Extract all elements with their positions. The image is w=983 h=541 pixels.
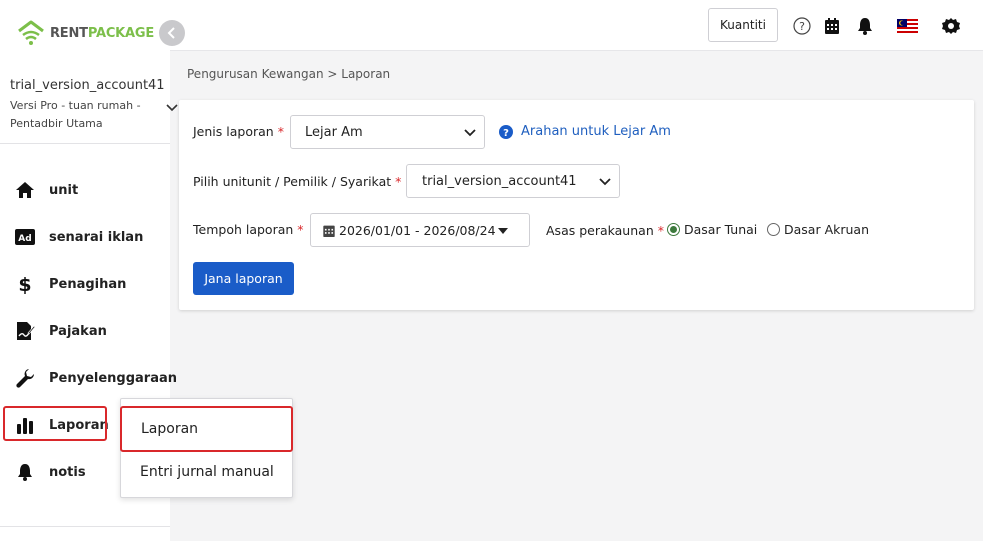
svg-text:$: $	[18, 274, 31, 294]
sidebar-item-pajakan[interactable]: Pajakan	[0, 311, 170, 351]
report-type-value: Lejar Am	[305, 124, 363, 140]
account-switcher[interactable]: trial_version_account41 Versi Pro - tuan…	[0, 64, 178, 144]
required-mark: *	[277, 124, 284, 139]
calendar-icon	[323, 225, 335, 237]
chevron-down-icon	[599, 178, 611, 186]
logo-text-rent: RENT	[50, 25, 88, 41]
sidebar-item-senarai-iklan[interactable]: Ad senarai iklan	[0, 217, 170, 257]
radio-label-dasar-akruan[interactable]: Dasar Akruan	[784, 222, 869, 237]
question-circle-icon: ?	[499, 124, 513, 139]
sidebar-item-label: Penyelenggaraan	[49, 370, 178, 386]
wrench-icon	[14, 367, 36, 389]
dollar-icon: $	[14, 273, 36, 295]
logo[interactable]: RENT PACKAGE	[16, 18, 154, 48]
calendar-icon[interactable]	[822, 16, 842, 36]
required-mark: *	[395, 174, 402, 189]
kuantiti-button[interactable]: Kuantiti	[708, 8, 778, 42]
bell-icon	[14, 461, 36, 483]
unit-value: trial_version_account41	[422, 173, 577, 189]
svg-text:Ad: Ad	[18, 234, 31, 244]
generate-report-button[interactable]: Jana laporan	[193, 262, 294, 295]
sidebar-item-label: unit	[49, 182, 79, 198]
sidebar-item-penyelenggaraan[interactable]: Penyelenggaraan	[0, 358, 177, 398]
caret-down-icon	[498, 228, 508, 234]
help-link-lejar-am[interactable]: ? Arahan untuk Lejar Am	[499, 124, 671, 139]
basis-label-text: Asas perakaunan	[546, 223, 654, 238]
report-type-label: Jenis laporan *	[193, 124, 284, 139]
date-range-picker[interactable]: 2026/01/01 - 2026/08/24	[310, 213, 530, 247]
active-highlight	[3, 406, 107, 441]
divider	[0, 526, 170, 527]
sidebar-item-label: notis	[49, 464, 86, 480]
chevron-down-icon	[166, 104, 178, 112]
sidebar-item-label: senarai iklan	[49, 229, 144, 245]
required-mark: *	[297, 222, 304, 237]
submenu-item-entri-jurnal-manual[interactable]: Entri jurnal manual	[121, 450, 292, 494]
laporan-submenu: Laporan Entri jurnal manual	[120, 398, 293, 498]
radio-label-dasar-tunai[interactable]: Dasar Tunai	[684, 222, 757, 237]
sidebar-item-label: Penagihan	[49, 276, 127, 292]
logo-text-package: PACKAGE	[87, 25, 155, 41]
report-type-label-text: Jenis laporan	[193, 124, 274, 139]
collapse-sidebar-button[interactable]	[159, 20, 185, 46]
account-name: trial_version_account41	[10, 78, 165, 93]
period-value: 2026/01/01 - 2026/08/24	[339, 222, 496, 238]
basis-label: Asas perakaunan *	[546, 223, 664, 238]
period-label-text: Tempoh laporan	[193, 222, 294, 237]
wifi-house-icon	[18, 20, 44, 45]
sidebar-item-label: Pajakan	[49, 323, 107, 339]
breadcrumb: Pengurusan Kewangan > Laporan	[187, 67, 391, 81]
radio-dasar-akruan[interactable]	[767, 223, 780, 236]
submenu-item-label: Laporan	[141, 421, 199, 437]
period-label: Tempoh laporan *	[193, 222, 304, 237]
account-role-line2: Pentadbir Utama	[10, 117, 103, 130]
malaysia-flag-icon[interactable]	[896, 16, 918, 36]
chevron-down-icon	[464, 129, 476, 137]
sidebar-item-penagihan[interactable]: $ Penagihan	[0, 264, 170, 304]
unit-select-label-text: Pilih unitunit / Pemilik / Syarikat	[193, 174, 392, 189]
unit-select-label: Pilih unitunit / Pemilik / Syarikat *	[193, 174, 401, 189]
account-role-line1: Versi Pro - tuan rumah -	[10, 99, 141, 112]
svg-text:?: ?	[799, 20, 805, 33]
radio-dasar-tunai[interactable]	[667, 223, 680, 236]
bell-icon[interactable]	[855, 16, 875, 36]
chevron-left-icon	[167, 27, 175, 39]
required-mark: *	[657, 223, 664, 238]
help-icon[interactable]: ?	[792, 16, 812, 36]
sidebar-item-unit[interactable]: unit	[0, 170, 170, 210]
help-link-text: Arahan untuk Lejar Am	[521, 124, 671, 139]
report-type-select[interactable]: Lejar Am	[290, 115, 485, 149]
submenu-item-laporan[interactable]: Laporan	[120, 406, 293, 452]
submenu-item-label: Entri jurnal manual	[140, 464, 274, 480]
gear-icon[interactable]	[941, 16, 961, 36]
svg-text:?: ?	[503, 128, 509, 139]
unit-select[interactable]: trial_version_account41	[406, 164, 620, 198]
contract-icon	[14, 320, 36, 342]
ad-icon: Ad	[14, 226, 36, 248]
home-icon	[14, 179, 36, 201]
